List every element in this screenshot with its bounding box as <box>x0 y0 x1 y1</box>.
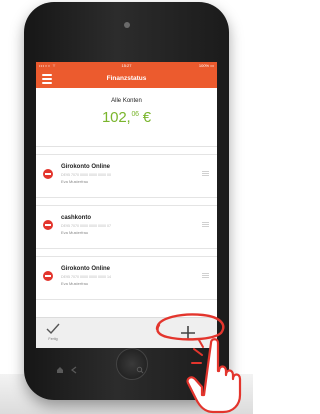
account-owner: Eva Musterfrau <box>61 281 89 286</box>
page-title: Finanzstatus <box>106 75 147 82</box>
balance-currency: € <box>142 109 151 126</box>
home-glyph-icon <box>57 367 63 373</box>
account-row[interactable]: Girokonto Online DE95 7070 0000 0000 000… <box>36 155 217 198</box>
account-iban: DE95 7070 0000 0000 0000 07 <box>61 224 111 228</box>
total-balance: 102,06 € <box>36 109 217 126</box>
done-label: Fertig <box>48 337 58 341</box>
summary-label: Alle Konten <box>111 98 142 104</box>
account-owner: Eva Musterfrau <box>61 179 89 184</box>
account-iban: DE95 7070 0000 0000 0000 00 <box>61 173 111 177</box>
status-bar: •••○○ ⌔ 15:27 100% ▭ <box>36 62 217 70</box>
nav-bar: Finanzstatus <box>36 70 217 88</box>
reorder-handle-icon[interactable] <box>202 273 209 278</box>
account-owner: Eva Musterfrau <box>61 230 89 235</box>
status-time: 15:27 <box>121 63 132 68</box>
delete-icon[interactable] <box>43 169 53 179</box>
balance-cents: 06 <box>131 111 139 118</box>
delete-icon[interactable] <box>43 220 53 230</box>
account-name: Girokonto Online <box>61 266 110 272</box>
search-glyph-icon <box>136 366 144 374</box>
account-row[interactable]: Girokonto Online DE95 7070 0000 0000 000… <box>36 257 217 300</box>
list-spacer <box>36 249 217 257</box>
account-row[interactable]: cashkonto DE95 7070 0000 0000 0000 07 Ev… <box>36 206 217 249</box>
app-screen: •••○○ ⌔ 15:27 100% ▭ Finanzstatus Alle K… <box>36 62 217 348</box>
done-button[interactable]: Fertig <box>42 321 64 345</box>
reorder-handle-icon[interactable] <box>202 171 209 176</box>
delete-icon[interactable] <box>43 271 53 281</box>
account-name: Girokonto Online <box>61 164 110 170</box>
check-icon <box>46 323 60 335</box>
account-iban: DE95 7070 0000 0000 0000 14 <box>61 275 111 279</box>
hardware-icons <box>30 358 190 382</box>
pointing-hand-icon <box>186 338 242 414</box>
battery-indicator: 100% ▭ <box>198 63 214 68</box>
back-arrow-icon <box>71 366 77 374</box>
camera-dot <box>124 22 130 28</box>
scene: •••○○ ⌔ 15:27 100% ▭ Finanzstatus Alle K… <box>0 0 253 414</box>
list-spacer <box>36 147 217 155</box>
account-name: cashkonto <box>61 215 92 221</box>
balance-main: 102, <box>102 109 131 126</box>
reorder-handle-icon[interactable] <box>202 222 209 227</box>
list-spacer <box>36 198 217 206</box>
balance-summary: Alle Konten 102,06 € <box>36 88 217 147</box>
